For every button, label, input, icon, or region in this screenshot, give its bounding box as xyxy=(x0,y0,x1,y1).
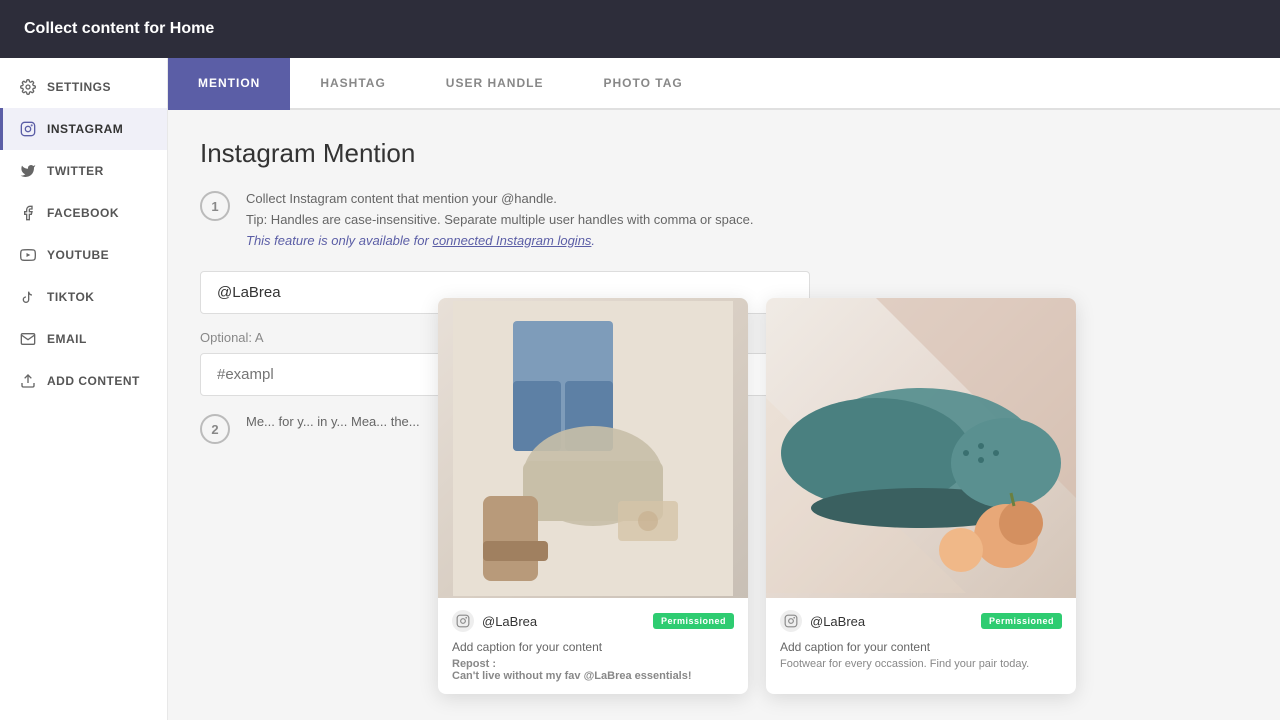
card-1-instagram-icon xyxy=(452,610,474,632)
card-1-repost-text: Can't live without my fav @LaBrea essent… xyxy=(452,670,692,682)
app-header: Collect content for Home xyxy=(0,0,1280,58)
sidebar-item-twitter[interactable]: TWITTER xyxy=(0,150,167,192)
card-1-info: @LaBrea Permissioned Add caption for you… xyxy=(438,598,748,694)
tiktok-icon xyxy=(19,288,37,306)
tabs-bar: MENTION HASHTAG USER HANDLE PHOTO TAG xyxy=(168,58,1280,110)
cards-container: @LaBrea Permissioned Add caption for you… xyxy=(438,298,1076,694)
sidebar-item-add-content[interactable]: ADD CONTENT xyxy=(0,360,167,402)
facebook-icon xyxy=(19,204,37,222)
instagram-icon xyxy=(19,120,37,138)
step-1-line3-prefix: This feature is only available for xyxy=(246,233,432,248)
card-1-repost: Repost : Can't live without my fav @LaBr… xyxy=(452,658,734,682)
card-2-instagram-icon xyxy=(780,610,802,632)
card-1-repost-label: Repost : xyxy=(452,658,496,670)
card-2-image xyxy=(766,298,1076,598)
sidebar-item-label: ADD CONTENT xyxy=(47,374,140,388)
card-1-username: @LaBrea xyxy=(482,614,537,629)
card-2-info: @LaBrea Permissioned Add caption for you… xyxy=(766,598,1076,682)
card-2-header: @LaBrea Permissioned xyxy=(780,610,1062,632)
card-2-visual xyxy=(766,298,1076,598)
sidebar: SETTINGS INSTAGRAM TWITTER xyxy=(0,58,168,720)
step-1-text: Collect Instagram content that mention y… xyxy=(246,189,753,251)
clothes-decoration xyxy=(438,298,748,598)
sidebar-item-label: TIKTOK xyxy=(47,290,94,304)
step-2-text: Me... for y... in y... Mea... the... xyxy=(246,412,420,433)
step-1-line3: This feature is only available for conne… xyxy=(246,231,753,252)
twitter-icon xyxy=(19,162,37,180)
step-1-block: 1 Collect Instagram content that mention… xyxy=(200,189,1248,251)
sidebar-item-label: SETTINGS xyxy=(47,80,111,94)
card-1-user: @LaBrea xyxy=(452,610,537,632)
sidebar-item-label: FACEBOOK xyxy=(47,206,119,220)
tab-hashtag[interactable]: HASHTAG xyxy=(290,58,415,110)
tab-mention[interactable]: MENTION xyxy=(168,58,290,110)
step-2-number: 2 xyxy=(200,414,230,444)
card-1-image xyxy=(438,298,748,598)
card-1-caption: Add caption for your content xyxy=(452,640,734,654)
card-2: @LaBrea Permissioned Add caption for you… xyxy=(766,298,1076,694)
card-2-permission: Permissioned xyxy=(981,613,1062,629)
sidebar-item-label: EMAIL xyxy=(47,332,87,346)
gear-icon xyxy=(19,78,37,96)
sidebar-item-settings[interactable]: SETTINGS xyxy=(0,66,167,108)
card-1-header: @LaBrea Permissioned xyxy=(452,610,734,632)
tab-photo-tag[interactable]: PHOTO TAG xyxy=(573,58,712,110)
card-1-permission: Permissioned xyxy=(653,613,734,629)
upload-icon xyxy=(19,372,37,390)
step-1-line2: Tip: Handles are case-insensitive. Separ… xyxy=(246,210,753,231)
card-2-repost-text: Footwear for every occassion. Find your … xyxy=(780,658,1062,670)
connected-instagram-link[interactable]: connected Instagram logins xyxy=(432,233,591,248)
email-icon xyxy=(19,330,37,348)
step-1-line1: Collect Instagram content that mention y… xyxy=(246,189,753,210)
section-title: Instagram Mention xyxy=(200,138,1248,169)
sidebar-item-facebook[interactable]: FACEBOOK xyxy=(0,192,167,234)
card-2-username: @LaBrea xyxy=(810,614,865,629)
step-1-number: 1 xyxy=(200,191,230,221)
card-2-caption: Add caption for your content xyxy=(780,640,1062,654)
sidebar-item-email[interactable]: EMAIL xyxy=(0,318,167,360)
step-1-line3-suffix: . xyxy=(591,233,595,248)
card-2-user: @LaBrea xyxy=(780,610,865,632)
sidebar-item-youtube[interactable]: YOUTUBE xyxy=(0,234,167,276)
sidebar-item-instagram[interactable]: INSTAGRAM xyxy=(0,108,167,150)
sidebar-item-label: INSTAGRAM xyxy=(47,122,123,136)
tab-user-handle[interactable]: USER HANDLE xyxy=(416,58,574,110)
sidebar-item-label: YOUTUBE xyxy=(47,248,109,262)
youtube-icon xyxy=(19,246,37,264)
sidebar-item-tiktok[interactable]: TIKTOK xyxy=(0,276,167,318)
card-1: @LaBrea Permissioned Add caption for you… xyxy=(438,298,748,694)
sidebar-item-label: TWITTER xyxy=(47,164,104,178)
header-title: Collect content for Home xyxy=(24,20,214,38)
